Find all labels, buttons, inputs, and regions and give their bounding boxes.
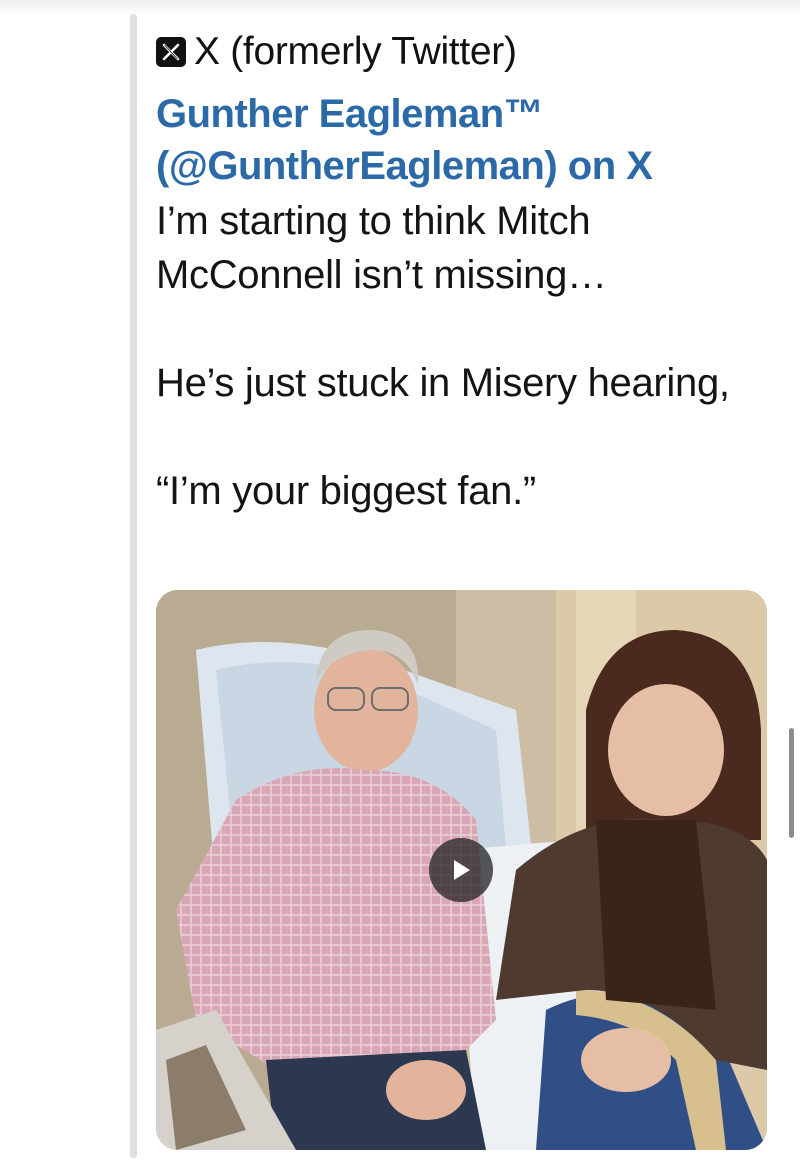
source-label: X (formerly Twitter) (194, 30, 517, 73)
scrollbar[interactable] (789, 728, 794, 838)
tweet-paragraph: He’s just stuck in Misery hearing, (156, 361, 730, 405)
video-thumbnail[interactable] (156, 590, 767, 1150)
play-button[interactable] (429, 838, 493, 902)
tweet-text: I’m starting to think Mitch McConnell is… (156, 194, 776, 518)
tweet-paragraph: I’m starting to think Mitch McConnell is… (156, 199, 607, 297)
x-logo-icon (156, 37, 186, 67)
tweet-paragraph: “I’m your biggest fan.” (156, 469, 536, 513)
quote-bar (130, 14, 137, 1158)
author-link[interactable]: Gunther Eagleman™ (@GuntherEagleman) on … (156, 88, 776, 192)
play-icon (450, 858, 472, 882)
link-preview-card[interactable]: X (formerly Twitter) Gunther Eagleman™ (… (156, 26, 776, 518)
source-row: X (formerly Twitter) (156, 26, 776, 78)
top-edge (0, 0, 800, 14)
